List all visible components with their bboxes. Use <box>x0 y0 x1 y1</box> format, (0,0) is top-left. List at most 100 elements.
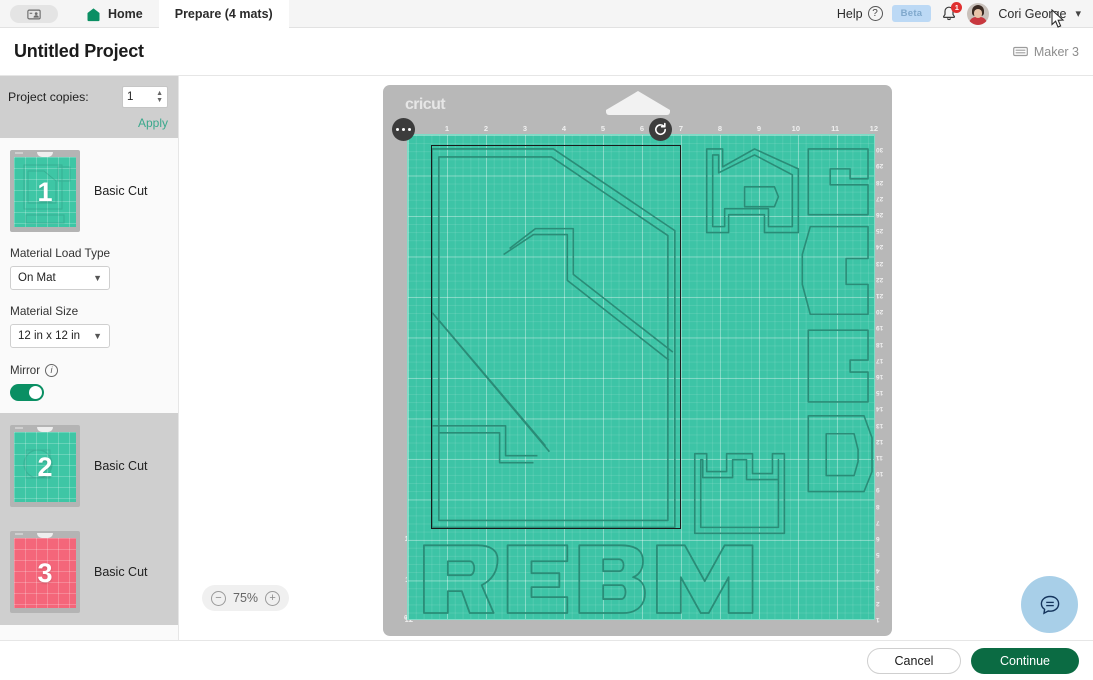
ruler-top: 1 2 3 4 5 6 7 8 9 10 11 12 <box>407 118 878 134</box>
mat-card-1[interactable]: 1 Basic Cut Material Load Type On Mat ▼ … <box>0 138 178 413</box>
mat-card-3[interactable]: 3 Basic Cut <box>0 519 178 625</box>
ruler-right-tick: 8 <box>875 490 889 510</box>
rotate-icon[interactable] <box>649 118 672 141</box>
mat-thumb-corner-3 <box>15 533 23 535</box>
machine-indicator[interactable]: Maker 3 <box>1012 45 1093 59</box>
mat-number-3: 3 <box>37 557 53 588</box>
chat-bubble-button[interactable] <box>1021 576 1078 633</box>
ruler-right-tick: 15 <box>875 377 889 396</box>
ruler-right-tick: 9 <box>875 474 889 493</box>
ruler-right-tick: 12 <box>875 426 889 445</box>
mat-thumb-corner-1 <box>15 152 23 154</box>
notifications-button[interactable]: 1 <box>940 1 963 23</box>
ruler-right-tick: 24 <box>875 231 889 250</box>
ruler-top-tick: 6 <box>602 118 644 134</box>
project-header: Untitled Project Maker 3 <box>0 28 1093 76</box>
word-mber <box>423 544 754 614</box>
project-copies-value[interactable]: 1 <box>127 91 133 103</box>
mat-row-2: 2 Basic Cut <box>10 425 168 507</box>
stepper-arrows[interactable]: ▲ ▼ <box>156 90 163 104</box>
tab-prepare[interactable]: Prepare (4 mats) <box>158 0 289 28</box>
cancel-button[interactable]: Cancel <box>867 647 961 674</box>
ruler-right-tick: 11 <box>875 442 889 461</box>
more-options-icon[interactable] <box>392 118 415 141</box>
continue-button[interactable]: Continue <box>971 647 1079 674</box>
zoom-out-icon[interactable]: − <box>211 590 226 606</box>
page-title[interactable]: Untitled Project <box>0 41 144 62</box>
mat-thumb-surface-3: 3 <box>14 538 76 608</box>
ruler-top-tick: 9 <box>719 118 761 134</box>
quantity-stepper[interactable]: 1 ▲ ▼ <box>122 86 168 108</box>
stepper-up-icon[interactable]: ▲ <box>156 90 163 97</box>
material-size-select[interactable]: 12 in x 12 in ▼ <box>10 324 110 348</box>
avatar[interactable] <box>967 2 990 25</box>
mat-label-3: Basic Cut <box>94 565 148 579</box>
ruler-right-tick: 1 <box>875 604 889 623</box>
chat-bubble-icon <box>1040 595 1059 614</box>
info-icon[interactable]: i <box>45 364 59 377</box>
ruler-right-tick: 5 <box>875 539 889 558</box>
mat-canvas[interactable]: cricut 123456789101112 123456789101112 3… <box>179 76 1093 640</box>
mat-thumb-corner-2 <box>15 427 23 429</box>
avatar-face <box>974 8 983 18</box>
ruler-right-tick: 23 <box>875 247 889 267</box>
ruler-right-tick: 29 <box>875 150 889 169</box>
stepper-down-icon[interactable]: ▼ <box>156 97 163 104</box>
ruler-right-tick: 17 <box>875 345 889 364</box>
ruler-right-tick: 6 <box>875 523 889 542</box>
help-label: Help <box>836 6 863 21</box>
mirror-label: Mirror <box>10 364 41 377</box>
mat-thumbnail-3[interactable]: 3 <box>10 531 80 613</box>
ruler-right-tick: 27 <box>875 183 889 202</box>
mat-number-2: 2 <box>37 451 53 482</box>
mat-thumbnail-2[interactable]: 2 <box>10 425 80 507</box>
chevron-down-icon[interactable]: ▾ <box>1075 7 1081 20</box>
beta-badge: Beta <box>891 5 932 22</box>
dot-1 <box>395 127 400 132</box>
mat-label-1: Basic Cut <box>94 184 148 198</box>
ruler-right-tick: 28 <box>875 166 889 186</box>
ruler-right-tick: 16 <box>875 361 889 380</box>
ruler-top-tick: 5 <box>563 118 605 134</box>
chevron-down-icon: ▼ <box>93 331 102 341</box>
mat-row-3: 3 Basic Cut <box>10 531 168 613</box>
material-load-type-select[interactable]: On Mat ▼ <box>10 266 110 290</box>
material-load-type-value: On Mat <box>18 272 56 284</box>
tab-prepare-label: Prepare (4 mats) <box>174 7 273 21</box>
mats-sidebar: Project copies: 1 ▲ ▼ Apply 1 Basic Cut … <box>0 76 179 640</box>
mat-thumbnail-1[interactable]: 1 <box>10 150 80 232</box>
ruler-right-tick: 13 <box>875 409 889 429</box>
mat-thumb-surface-2: 2 <box>14 432 76 502</box>
mat-number-1: 1 <box>37 176 53 207</box>
mat-label-2: Basic Cut <box>94 459 148 473</box>
tab-home[interactable]: Home <box>70 0 159 28</box>
tab-home-label: Home <box>108 7 143 21</box>
ruler-right: 30 29 28 27 26 25 24 23 22 21 20 19 18 17 16 15 14 13 12 11… <box>875 134 889 623</box>
ruler-top-tick: 10 <box>758 118 800 134</box>
cutting-mat[interactable]: cricut 123456789101112 123456789101112 3… <box>383 85 892 636</box>
apply-copies-button[interactable]: Apply <box>8 116 168 130</box>
ruler-right-tick: 25 <box>875 215 889 234</box>
mat-row-1: 1 Basic Cut <box>10 150 168 232</box>
ruler-right-tick: 14 <box>875 393 889 412</box>
ruler-top-tick: 2 <box>446 118 488 134</box>
ruler-right-tick: 2 <box>875 588 889 607</box>
ruler-right-tick: 18 <box>875 328 889 348</box>
ruler-right-tick: 21 <box>875 280 889 299</box>
ruler-right-tick: 30 <box>875 134 889 153</box>
user-name-label[interactable]: Cori George <box>998 7 1066 21</box>
design-shapes[interactable] <box>408 135 874 619</box>
avatar-shirt <box>969 16 988 25</box>
chevron-down-icon: ▼ <box>93 273 102 283</box>
ruler-top-tick: 3 <box>485 118 527 134</box>
help-button[interactable]: Help ? <box>837 6 883 21</box>
zoom-in-icon[interactable]: + <box>265 590 281 606</box>
mat-card-2[interactable]: 2 Basic Cut <box>0 413 178 519</box>
mirror-toggle[interactable] <box>10 384 44 401</box>
mat-surface[interactable] <box>407 134 875 620</box>
account-card-icon[interactable] <box>10 5 58 23</box>
rotate-glyph <box>655 122 666 136</box>
ruler-right-tick: 26 <box>875 199 889 218</box>
machine-icon <box>1012 46 1028 57</box>
mirror-row: Mirror i <box>10 364 168 377</box>
